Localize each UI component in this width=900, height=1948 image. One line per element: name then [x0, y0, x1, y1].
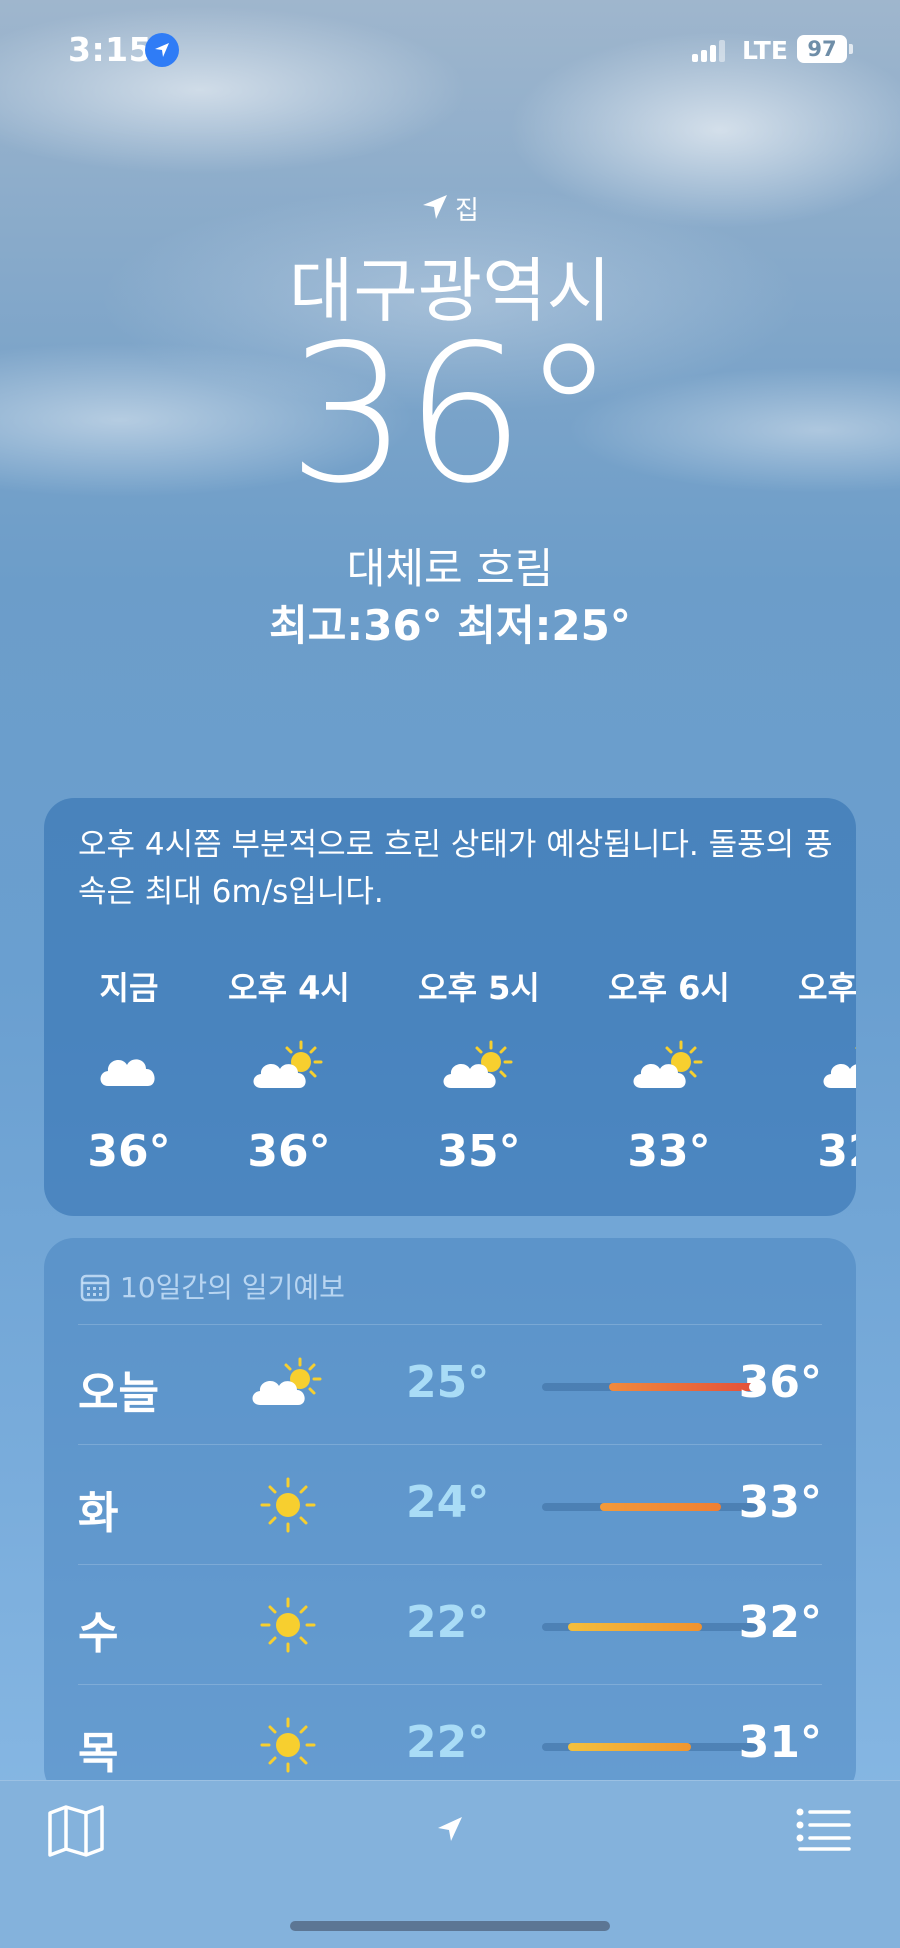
hour-item: 오후 7시 32° [784, 963, 856, 1177]
low-temp: 24° [406, 1477, 490, 1528]
hour-label: 지금 [99, 969, 159, 1007]
battery-icon: 97 [797, 35, 847, 63]
temperature-range-bar [542, 1382, 759, 1392]
hour-item: 오후 5시 35° [404, 963, 554, 1177]
hour-temp: 35° [437, 1126, 521, 1177]
temperature-range-fill [600, 1503, 722, 1511]
bottom-toolbar [0, 1780, 900, 1948]
cloud-icon [54, 1038, 204, 1098]
hour-temp: 36° [247, 1126, 331, 1177]
location-arrow-icon [438, 1817, 462, 1841]
partly-sunny-icon [248, 1355, 328, 1419]
current-location-button[interactable] [434, 1813, 466, 1849]
location-arrow-icon [423, 195, 448, 219]
daily-row[interactable]: 화 24° 33° [78, 1444, 822, 1564]
high-temp: 33° [738, 1477, 822, 1528]
hour-label: 오후 5시 [418, 969, 540, 1007]
partly-sunny-icon [404, 1038, 554, 1098]
hour-item: 오후 4시 36° [214, 963, 364, 1177]
sun-icon [248, 1715, 328, 1779]
calendar-icon [80, 1274, 110, 1302]
daily-row[interactable]: 오늘 25° 36° [78, 1324, 822, 1444]
hour-item: 오후 6시 33° [594, 963, 744, 1177]
low-temp: 22° [406, 1717, 490, 1768]
high-low-temperature: 최고:36° 최저:25° [269, 601, 631, 650]
current-temperature: 36° [287, 304, 617, 525]
temperature-range-bar [542, 1503, 758, 1511]
location-label: 집 [0, 190, 900, 227]
location-services-icon [145, 33, 179, 67]
partly-sunny-icon [784, 1038, 856, 1098]
weather-condition: 대체로 흐림 [346, 544, 554, 593]
sun-icon [248, 1475, 328, 1539]
status-bar: 3:15 LTE 97 [0, 0, 900, 100]
low-temp: 22° [406, 1597, 490, 1648]
hour-item: 지금 36° [54, 963, 204, 1177]
hourly-forecast-card[interactable]: 오후 4시쯤 부분적으로 흐린 상태가 예상됩니다. 돌풍의 풍속은 최대 6m… [44, 798, 856, 1216]
ten-day-forecast-card[interactable]: 10일간의 일기예보 오늘 25° 36° 화 24° 33° 수 22° 32… [44, 1238, 856, 1798]
hourly-list[interactable]: 지금 36° 오후 4시 36° 오후 5시 35° 오후 6시 33° 오후 … [44, 963, 856, 1203]
map-button[interactable] [46, 1803, 106, 1863]
temperature-range-bar [542, 1623, 758, 1631]
day-label: 수 [78, 1608, 119, 1659]
ten-day-header: 10일간의 일기예보 [80, 1266, 345, 1306]
hour-temp: 32° [817, 1126, 856, 1177]
list-icon [796, 1808, 851, 1851]
partly-sunny-icon [594, 1038, 744, 1098]
network-type: LTE [742, 36, 788, 65]
signal-strength-icon [692, 40, 728, 62]
hour-label: 오후 7시 [798, 969, 856, 1007]
ten-day-title: 10일간의 일기예보 [120, 1271, 345, 1304]
temperature-range-fill [608, 1383, 754, 1391]
hour-temp: 36° [87, 1126, 171, 1177]
day-label: 오늘 [78, 1368, 159, 1419]
hour-label: 오후 4시 [228, 969, 350, 1007]
temperature-range-fill [567, 1623, 702, 1631]
sun-icon [248, 1595, 328, 1659]
map-icon [48, 1805, 104, 1857]
location-list-button[interactable] [796, 1807, 852, 1857]
high-temp: 32° [738, 1597, 822, 1648]
temperature-range-fill [567, 1743, 692, 1751]
temperature-range-bar [542, 1743, 758, 1751]
day-label: 화 [78, 1488, 119, 1539]
daily-row[interactable]: 수 22° 32° [78, 1564, 822, 1684]
forecast-summary: 오후 4시쯤 부분적으로 흐린 상태가 예상됩니다. 돌풍의 풍속은 최대 6m… [78, 827, 833, 910]
hour-temp: 33° [627, 1126, 711, 1177]
high-temp: 36° [738, 1357, 822, 1408]
day-label: 목 [78, 1728, 119, 1779]
location-label-text: 집 [455, 196, 479, 226]
status-time: 3:15 [68, 30, 153, 69]
home-indicator [290, 1921, 610, 1931]
high-temp: 31° [738, 1717, 822, 1768]
battery-nub [849, 44, 853, 54]
partly-sunny-icon [214, 1038, 364, 1098]
low-temp: 25° [406, 1357, 490, 1408]
hour-label: 오후 6시 [608, 969, 730, 1007]
